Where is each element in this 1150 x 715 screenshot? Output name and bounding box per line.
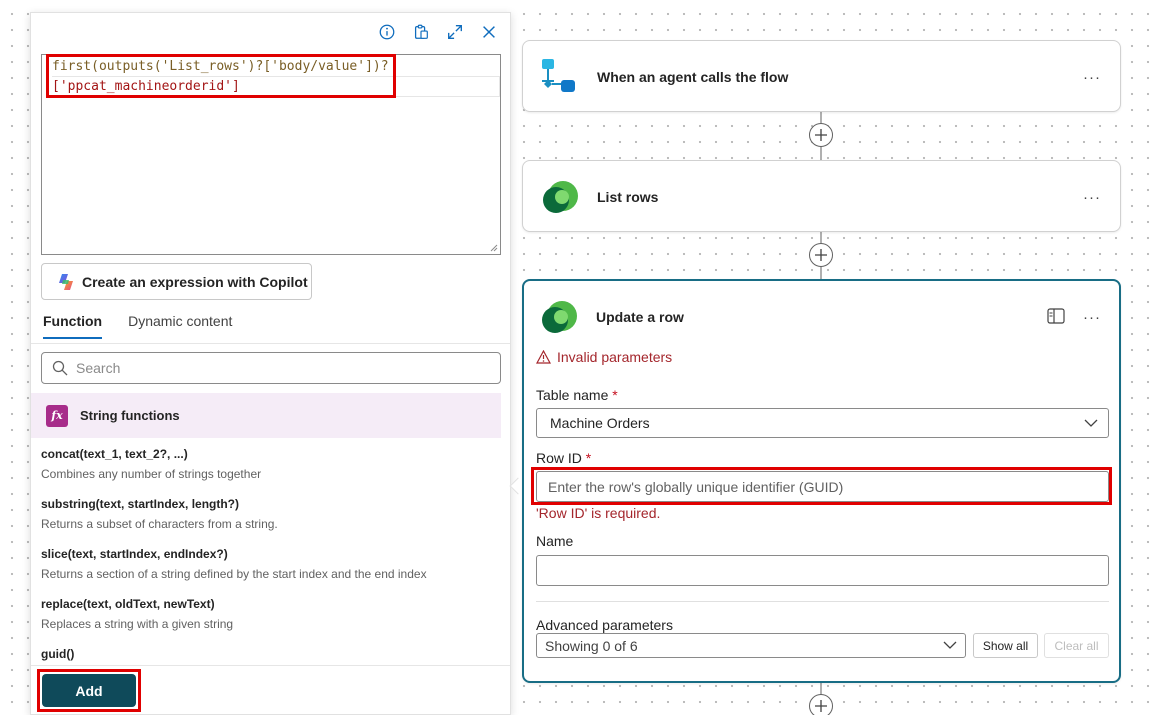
close-icon[interactable] [478, 21, 500, 43]
function-signature: concat(text_1, text_2?, ...) [41, 447, 188, 461]
add-step-button[interactable] [809, 243, 833, 267]
label-text: Row ID [536, 450, 582, 466]
card-title: When an agent calls the flow [597, 69, 789, 85]
name-input[interactable] [536, 555, 1109, 586]
required-mark: * [612, 387, 618, 403]
add-button[interactable]: Add [42, 674, 136, 707]
function-item-substring[interactable]: substring(text, startIndex, length?) Ret… [41, 497, 501, 547]
tab-divider [31, 343, 510, 344]
invalid-text: Invalid parameters [557, 349, 673, 365]
card-header: Update a row [538, 281, 684, 353]
label-text: Table name [536, 387, 609, 403]
warning-icon [536, 350, 551, 364]
list-rows-card[interactable]: List rows ··· [522, 160, 1121, 232]
search-icon [52, 360, 68, 376]
expand-icon[interactable] [444, 21, 466, 43]
advanced-parameters-label: Advanced parameters [536, 617, 673, 633]
card-title: Update a row [596, 309, 684, 325]
info-icon[interactable] [376, 21, 398, 43]
expression-line-1: first(outputs('List_rows')?['body/value'… [52, 59, 389, 74]
table-name-select[interactable]: Machine Orders [536, 408, 1109, 438]
group-label: String functions [80, 408, 180, 423]
advanced-value: Showing 0 of 6 [545, 637, 638, 654]
tab-dynamic-content[interactable]: Dynamic content [128, 313, 232, 339]
chevron-down-icon [943, 641, 957, 649]
copilot-icon [59, 273, 73, 290]
advanced-parameters-select[interactable]: Showing 0 of 6 [536, 633, 966, 658]
dataverse-icon [543, 181, 578, 213]
function-description: Returns a subset of characters from a st… [41, 517, 278, 531]
card-header: When an agent calls the flow [539, 41, 788, 113]
panel-layout-icon[interactable] [1047, 308, 1065, 329]
plus-icon [815, 129, 827, 141]
update-row-card[interactable]: Update a row ··· Invalid parameters Tabl… [522, 279, 1121, 683]
expression-line-2: ['ppcat_machineorderid'] [52, 76, 500, 97]
panel-tabs: Function Dynamic content [43, 313, 232, 339]
name-label: Name [536, 533, 574, 549]
add-step-button[interactable] [809, 123, 833, 147]
function-fx-icon: fx [46, 404, 68, 427]
more-options-button[interactable]: ··· [1082, 67, 1102, 87]
expression-editor[interactable]: first(outputs('List_rows')?['body/value'… [41, 54, 501, 255]
resize-grip-icon[interactable] [488, 242, 498, 252]
plus-icon [815, 700, 827, 712]
function-signature: substring(text, startIndex, length?) [41, 497, 240, 511]
invalid-parameters-warning: Invalid parameters [536, 349, 672, 365]
string-functions-group[interactable]: fx String functions [31, 393, 501, 438]
add-step-button[interactable] [809, 694, 833, 715]
function-item-replace[interactable]: replace(text, oldText, newText) Replaces… [41, 597, 501, 647]
more-options-button[interactable]: ··· [1082, 307, 1102, 327]
table-name-label: Table name * [536, 387, 618, 403]
footer-divider [31, 665, 510, 666]
card-header: List rows [539, 161, 658, 233]
required-mark: * [585, 450, 592, 466]
panel-toolbar [376, 21, 500, 43]
row-id-label: Row ID * [536, 450, 591, 466]
function-signature: guid() [41, 647, 75, 661]
card-title: List rows [597, 189, 659, 205]
copilot-expression-button[interactable]: Create an expression with Copilot [41, 263, 312, 300]
show-all-button[interactable]: Show all [973, 633, 1038, 658]
function-search[interactable] [41, 352, 501, 384]
copilot-button-label: Create an expression with Copilot [82, 273, 308, 290]
search-input[interactable] [76, 360, 476, 376]
function-signature: slice(text, startIndex, endIndex?) [41, 547, 228, 561]
agent-flow-icon [542, 59, 575, 92]
trigger-card[interactable]: When an agent calls the flow ··· [522, 40, 1121, 112]
plus-icon [815, 249, 827, 261]
clipboard-icon[interactable] [410, 21, 432, 43]
row-id-input[interactable] [536, 471, 1109, 502]
table-name-value: Machine Orders [550, 415, 650, 431]
expression-panel: first(outputs('List_rows')?['body/value'… [30, 12, 511, 715]
dataverse-icon [542, 301, 577, 333]
function-signature: replace(text, oldText, newText) [41, 597, 215, 611]
function-description: Combines any number of strings together [41, 467, 262, 481]
function-description: Replaces a string with a given string [41, 617, 234, 631]
row-id-error: 'Row ID' is required. [536, 505, 661, 521]
expression-code[interactable]: first(outputs('List_rows')?['body/value'… [52, 57, 500, 97]
more-options-button[interactable]: ··· [1082, 187, 1102, 207]
tab-function[interactable]: Function [43, 313, 103, 339]
clear-all-button[interactable]: Clear all [1044, 633, 1109, 658]
function-item-concat[interactable]: concat(text_1, text_2?, ...) Combines an… [41, 447, 501, 497]
function-description: Returns a section of a string defined by… [41, 567, 427, 581]
function-item-slice[interactable]: slice(text, startIndex, endIndex?) Retur… [41, 547, 501, 597]
function-list: concat(text_1, text_2?, ...) Combines an… [41, 447, 501, 697]
section-divider [536, 601, 1109, 602]
chevron-down-icon [1084, 419, 1098, 427]
